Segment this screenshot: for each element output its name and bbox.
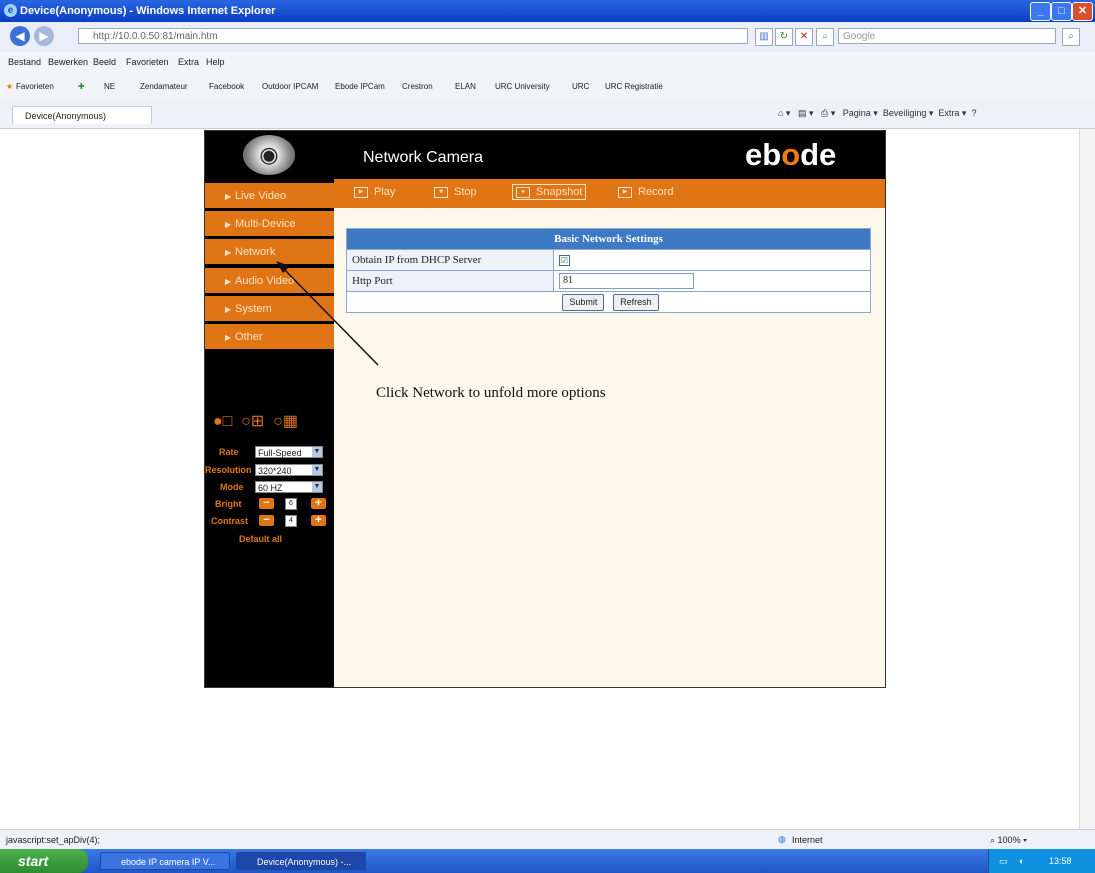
zone-label: Internet [792,835,823,845]
annotation-arrow [276,261,379,366]
zoom-control[interactable]: ⌕ 100% ▾ [990,835,1027,846]
volume-icon[interactable]: ◐ [1019,849,1024,873]
task-device-ie[interactable]: Device(Anonymous) -... [236,852,366,870]
annotation-callout: Click Network to unfold more options [376,385,606,401]
task-ebode-ip-camera[interactable]: ebode IP camera IP V... [100,852,230,870]
network-icon: ▭ [999,856,1008,866]
zoom-value: 100% [997,835,1021,845]
globe-icon: ◍ [778,834,786,844]
system-tray: ▭ ◐ 13:58 [988,849,1095,873]
taskbar: start ebode IP camera IP V... Device(Ano… [0,849,1095,873]
status-bar: javascript:set_apDiv(4); ◍ Internet ⌕ 10… [0,829,1095,850]
status-text: javascript:set_apDiv(4); [6,835,101,845]
clock: 13:58 [1049,856,1072,866]
start-label: start [18,853,49,869]
start-button[interactable]: start [0,849,88,873]
